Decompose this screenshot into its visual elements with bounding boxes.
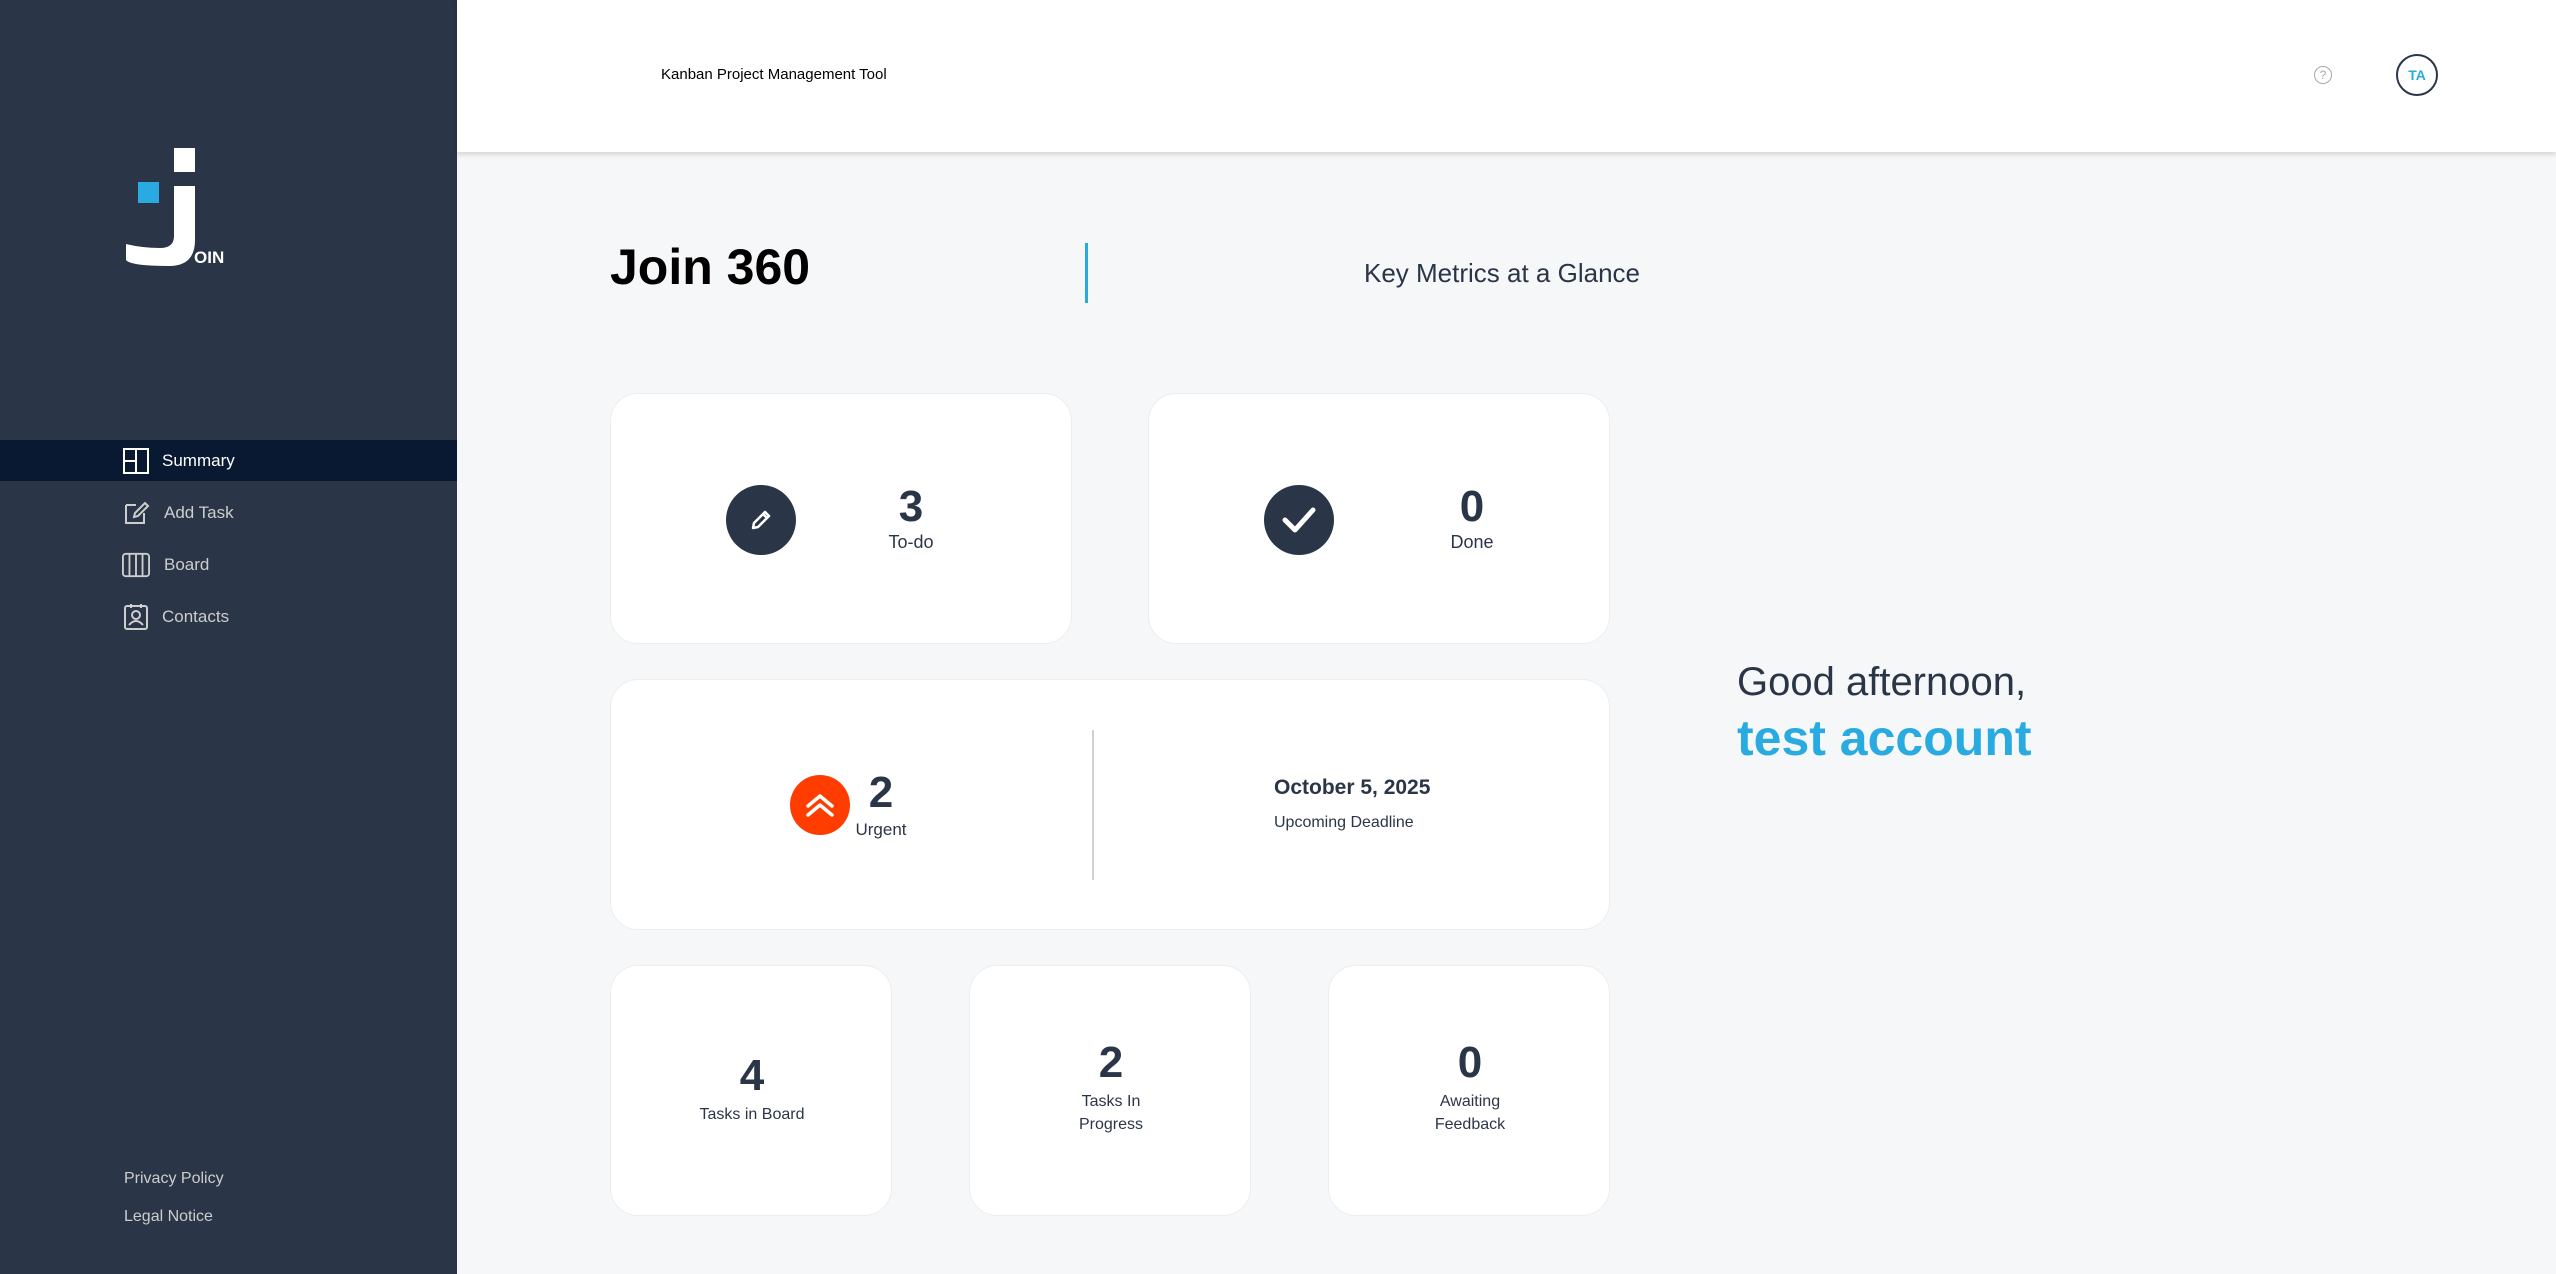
awaiting-feedback-card[interactable]: 0 Awaiting Feedback [1328, 965, 1610, 1216]
sidebar-item-summary[interactable]: Summary [0, 440, 457, 481]
sidebar: OIN Summary Add Task Board Contacts Priv… [0, 0, 457, 1274]
sidebar-item-board[interactable]: Board [0, 544, 457, 585]
user-avatar[interactable]: TA [2396, 54, 2438, 96]
board-count: 4 [739, 1051, 765, 1100]
todo-card[interactable]: 3 To-do [610, 393, 1072, 644]
privacy-policy-link[interactable]: Privacy Policy [124, 1170, 224, 1188]
urgent-card[interactable]: 2 Urgent October 5, 2025 Upcoming Deadli… [610, 679, 1610, 930]
logo-text: OIN [194, 248, 225, 267]
help-icon[interactable]: ? [2314, 66, 2332, 84]
done-count: 0 [1459, 482, 1485, 531]
greeting-text: Good afternoon, [1737, 660, 2027, 704]
todo-count: 3 [898, 482, 924, 531]
feedback-label-line2: Feedback [1434, 1116, 1506, 1133]
sidebar-footer: Privacy Policy Legal Notice [124, 1170, 224, 1246]
todo-label: To-do [888, 532, 934, 552]
add-task-icon [122, 499, 150, 527]
greeting: Good afternoon, test account [1737, 660, 2032, 767]
title-divider [1085, 243, 1088, 303]
join-logo[interactable]: OIN [122, 148, 232, 272]
tasks-in-progress-card[interactable]: 2 Tasks In Progress [969, 965, 1251, 1216]
progress-label-line2: Progress [1078, 1116, 1144, 1133]
feedback-label-line1: Awaiting [1439, 1093, 1501, 1110]
top-header: Kanban Project Management Tool ? TA [457, 0, 2556, 152]
sidebar-item-label: Add Task [164, 502, 234, 522]
legal-notice-link[interactable]: Legal Notice [124, 1208, 224, 1226]
double-chevron-up-icon [790, 775, 850, 835]
greeting-username: test account [1737, 710, 2032, 766]
contacts-icon [122, 603, 150, 631]
urgent-count: 2 [868, 768, 894, 817]
board-icon [122, 551, 150, 579]
sidebar-item-label: Board [164, 554, 210, 574]
page-subtitle: Key Metrics at a Glance [1364, 258, 1640, 288]
progress-count: 2 [1098, 1038, 1124, 1087]
feedback-count: 0 [1457, 1038, 1483, 1087]
page-title: Join 360 [610, 239, 811, 295]
app-title: Kanban Project Management Tool [661, 66, 887, 83]
tasks-in-board-card[interactable]: 4 Tasks in Board [610, 965, 892, 1216]
deadline-date: October 5, 2025 [1274, 776, 1431, 799]
done-label: Done [1450, 532, 1494, 552]
progress-label-line1: Tasks In [1081, 1093, 1141, 1110]
sidebar-nav: Summary Add Task Board Contacts [0, 440, 457, 648]
summary-icon [122, 447, 150, 475]
card-divider [1092, 730, 1094, 880]
board-label: Tasks in Board [699, 1106, 805, 1123]
deadline-label: Upcoming Deadline [1274, 814, 1414, 831]
sidebar-item-add-task[interactable]: Add Task [0, 492, 457, 533]
done-card[interactable]: 0 Done [1148, 393, 1610, 644]
sidebar-item-contacts[interactable]: Contacts [0, 596, 457, 637]
urgent-label: Urgent [855, 820, 907, 839]
pencil-icon [726, 485, 796, 555]
sidebar-item-label: Contacts [162, 606, 230, 626]
sidebar-item-label: Summary [162, 450, 235, 470]
check-icon [1264, 485, 1334, 555]
